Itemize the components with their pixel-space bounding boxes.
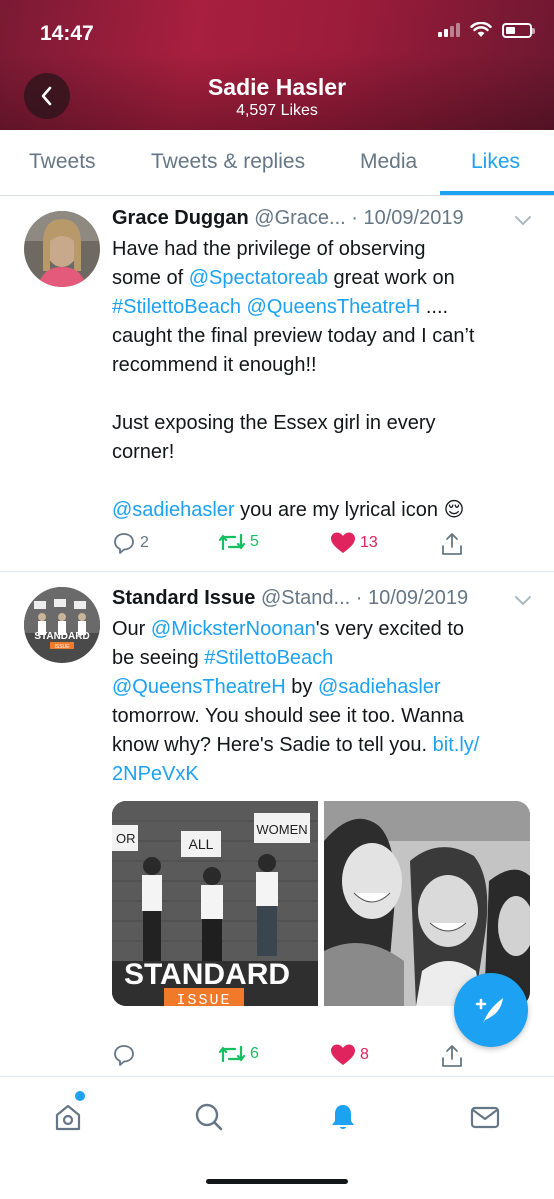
author-handle[interactable]: @Stand... bbox=[261, 587, 350, 609]
author-handle[interactable]: @Grace... bbox=[254, 207, 345, 229]
compose-tweet-button[interactable] bbox=[454, 973, 528, 1047]
tweet-media[interactable]: OR ALL WOMEN STANDARD ISSUE bbox=[112, 801, 530, 1006]
tab-media[interactable]: Media bbox=[360, 150, 417, 174]
like-button[interactable]: 13 bbox=[330, 531, 378, 555]
nav-search[interactable] bbox=[189, 1097, 229, 1137]
tweet-actions: 2 5 13 bbox=[112, 531, 532, 559]
tweet[interactable]: Grace Duggan @Grace... · 10/09/2019 Have… bbox=[0, 197, 554, 572]
share-button[interactable] bbox=[440, 531, 464, 557]
wifi-icon bbox=[470, 22, 492, 37]
compose-feather-icon bbox=[475, 998, 503, 1024]
retweet-count: 5 bbox=[250, 533, 259, 550]
avatar[interactable]: STANDARD ISSUE bbox=[24, 587, 100, 663]
tab-tweets-replies[interactable]: Tweets & replies bbox=[151, 150, 305, 174]
status-bar: 14:47 bbox=[0, 0, 554, 60]
reply-button[interactable]: 2 bbox=[112, 531, 149, 555]
retweet-count: 6 bbox=[250, 1045, 259, 1062]
reply-count: 2 bbox=[140, 534, 149, 551]
status-icons bbox=[438, 22, 535, 38]
tweet-date: · 10/09/2019 bbox=[351, 207, 464, 229]
tweet-text: Our @MicksterNoonan's very excited to be… bbox=[112, 618, 480, 785]
share-icon bbox=[442, 1045, 462, 1067]
tab-tweets[interactable]: Tweets bbox=[29, 150, 96, 174]
tweet-header: Standard Issue @Stand... · 10/09/2019 bbox=[112, 587, 468, 610]
active-tab-indicator bbox=[440, 191, 554, 195]
home-indicator bbox=[206, 1179, 348, 1184]
bell-icon bbox=[332, 1105, 354, 1129]
url-link[interactable]: 2NPeVxK bbox=[112, 763, 199, 785]
media-image-standard-issue[interactable]: OR ALL WOMEN STANDARD ISSUE bbox=[112, 801, 318, 1006]
retweet-icon bbox=[218, 533, 246, 551]
profile-likes-count: 4,597 Likes bbox=[236, 102, 318, 119]
status-time: 14:47 bbox=[40, 22, 94, 45]
chevron-down-icon[interactable] bbox=[514, 215, 532, 227]
nav-notifications[interactable] bbox=[323, 1097, 363, 1137]
sign-text: ALL bbox=[189, 836, 214, 852]
avatar-brand-subtext: ISSUE bbox=[54, 644, 70, 650]
reply-button[interactable] bbox=[112, 1043, 140, 1067]
reply-icon bbox=[114, 1045, 134, 1066]
tweet-actions: 6 8 bbox=[112, 1043, 532, 1071]
mention-link[interactable]: @MicksterNoonan bbox=[151, 618, 316, 640]
like-button[interactable]: 8 bbox=[330, 1043, 369, 1067]
author-name[interactable]: Grace Duggan bbox=[112, 207, 249, 229]
retweet-icon bbox=[218, 1045, 246, 1063]
mention-link[interactable]: @sadiehasler bbox=[112, 499, 235, 521]
sign-text: WOMEN bbox=[256, 822, 307, 837]
retweet-button[interactable]: 6 bbox=[218, 1043, 259, 1065]
profile-name: Sadie Hasler bbox=[207, 74, 347, 100]
profile-tabs: Tweets Tweets & replies Media Likes bbox=[0, 130, 554, 196]
avatar[interactable] bbox=[24, 211, 100, 287]
mention-link[interactable]: @QueensTheatreH bbox=[112, 676, 286, 698]
mail-icon bbox=[470, 1106, 500, 1129]
nav-home[interactable] bbox=[48, 1097, 88, 1137]
like-count: 8 bbox=[360, 1046, 369, 1063]
hashtag-link[interactable]: #StilettoBeach bbox=[112, 296, 241, 318]
reply-icon bbox=[114, 533, 134, 554]
tab-likes[interactable]: Likes bbox=[471, 150, 520, 174]
hashtag-link[interactable]: #StilettoBeach bbox=[204, 647, 333, 669]
url-link[interactable]: bit.ly/ bbox=[433, 734, 480, 756]
retweet-button[interactable]: 5 bbox=[218, 531, 259, 553]
relieved-face-emoji: 😌 bbox=[443, 499, 465, 521]
heart-icon bbox=[331, 1044, 355, 1065]
tweet-text: Have had the privilege of observing some… bbox=[112, 238, 475, 521]
notification-dot bbox=[75, 1091, 85, 1101]
mention-link[interactable]: @QueensTheatreH bbox=[247, 296, 421, 318]
chevron-down-icon[interactable] bbox=[514, 595, 532, 607]
mention-link[interactable]: @Spectatoreab bbox=[189, 267, 328, 289]
like-count: 13 bbox=[360, 534, 378, 551]
battery-icon bbox=[502, 22, 535, 38]
search-icon bbox=[195, 1103, 223, 1131]
home-icon bbox=[55, 1104, 81, 1131]
signal-icon bbox=[438, 23, 460, 37]
profile-header: 14:47 Sadie Hasler 4,597 Likes bbox=[0, 0, 554, 130]
nav-messages[interactable] bbox=[465, 1097, 505, 1137]
share-icon bbox=[442, 533, 462, 555]
tweet-header: Grace Duggan @Grace... · 10/09/2019 bbox=[112, 207, 464, 230]
tweet-date: · 10/09/2019 bbox=[355, 587, 469, 609]
sign-text: OR bbox=[116, 831, 136, 846]
share-button[interactable] bbox=[440, 1043, 464, 1069]
avatar-brand-text: STANDARD bbox=[34, 631, 89, 642]
mention-link[interactable]: @sadiehasler bbox=[318, 676, 441, 698]
brand-subtext: ISSUE bbox=[176, 992, 231, 1006]
author-name[interactable]: Standard Issue bbox=[112, 587, 255, 609]
heart-icon bbox=[331, 532, 355, 553]
brand-text: STANDARD bbox=[124, 958, 290, 991]
